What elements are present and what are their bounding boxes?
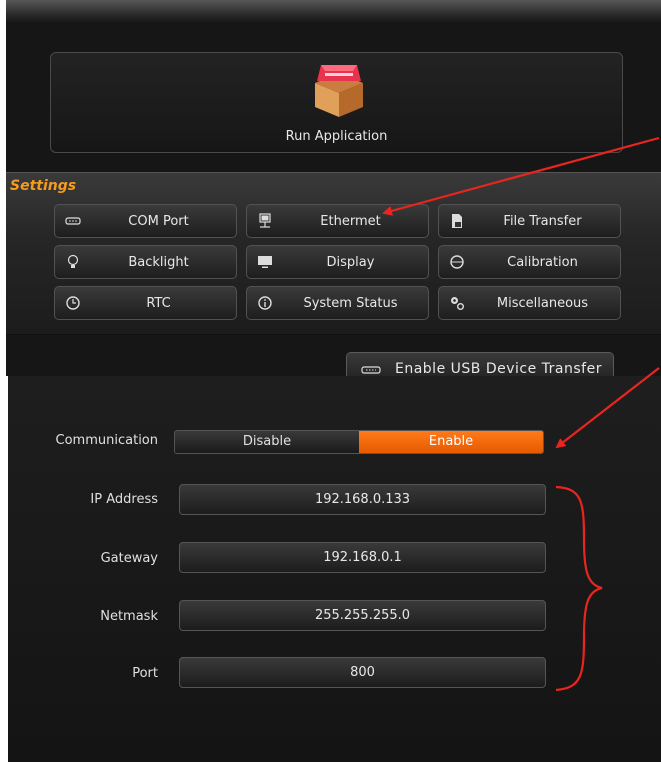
lightbulb-icon <box>67 254 79 268</box>
package-box-icon <box>315 65 363 117</box>
enable-usb-transfer-label: Enable USB Device Transfer <box>395 361 602 377</box>
serial-port-icon <box>65 217 81 225</box>
file-icon <box>452 214 462 228</box>
port-label: Port <box>132 666 158 681</box>
rtc-label: RTC <box>146 296 171 311</box>
gears-icon <box>451 297 464 310</box>
communication-enable-option[interactable]: Enable <box>359 431 543 453</box>
rtc-button[interactable]: RTC <box>54 286 237 320</box>
display-button[interactable]: Display <box>246 245 429 279</box>
ip-address-field[interactable]: 192.168.0.133 <box>179 484 546 515</box>
communication-toggle[interactable]: Disable Enable <box>174 430 544 454</box>
port-field[interactable]: 800 <box>179 657 546 688</box>
ethernet-button[interactable]: Ethermet <box>246 204 429 238</box>
ip-address-label: IP Address <box>90 492 158 507</box>
backlight-button[interactable]: Backlight <box>54 245 237 279</box>
monitor-icon <box>258 256 272 268</box>
communication-label: Communication <box>55 433 158 448</box>
netmask-label: Netmask <box>100 609 158 624</box>
calibration-label: Calibration <box>507 255 578 270</box>
gateway-field[interactable]: 192.168.0.1 <box>179 542 546 573</box>
file-transfer-label: File Transfer <box>503 214 582 229</box>
info-icon <box>258 296 272 310</box>
settings-screen: Run Application Settings COM Port Etherm… <box>6 0 661 376</box>
communication-disable-option[interactable]: Disable <box>175 431 359 453</box>
gateway-label: Gateway <box>100 551 158 566</box>
file-transfer-button[interactable]: File Transfer <box>438 204 621 238</box>
com-port-button[interactable]: COM Port <box>54 204 237 238</box>
backlight-label: Backlight <box>128 255 189 270</box>
crosshair-icon <box>450 255 464 269</box>
miscellaneous-label: Miscellaneous <box>496 296 589 311</box>
netmask-field[interactable]: 255.255.255.0 <box>179 600 546 631</box>
ethernet-settings-panel: Communication Disable Enable IP Address … <box>8 376 661 762</box>
miscellaneous-button[interactable]: Miscellaneous <box>438 286 621 320</box>
run-application-button[interactable]: Run Application <box>50 52 623 153</box>
calibration-button[interactable]: Calibration <box>438 245 621 279</box>
title-bar <box>6 0 661 24</box>
system-status-label: System Status <box>303 296 398 311</box>
settings-section: Settings COM Port Ethermet File Transfer… <box>6 172 661 335</box>
run-application-label: Run Application <box>285 129 388 144</box>
clock-icon <box>66 296 80 310</box>
settings-title: Settings <box>10 178 77 194</box>
system-status-button[interactable]: System Status <box>246 286 429 320</box>
ethernet-label: Ethermet <box>320 214 381 229</box>
display-label: Display <box>326 255 375 270</box>
network-icon <box>259 213 271 228</box>
com-port-label: COM Port <box>128 214 189 229</box>
